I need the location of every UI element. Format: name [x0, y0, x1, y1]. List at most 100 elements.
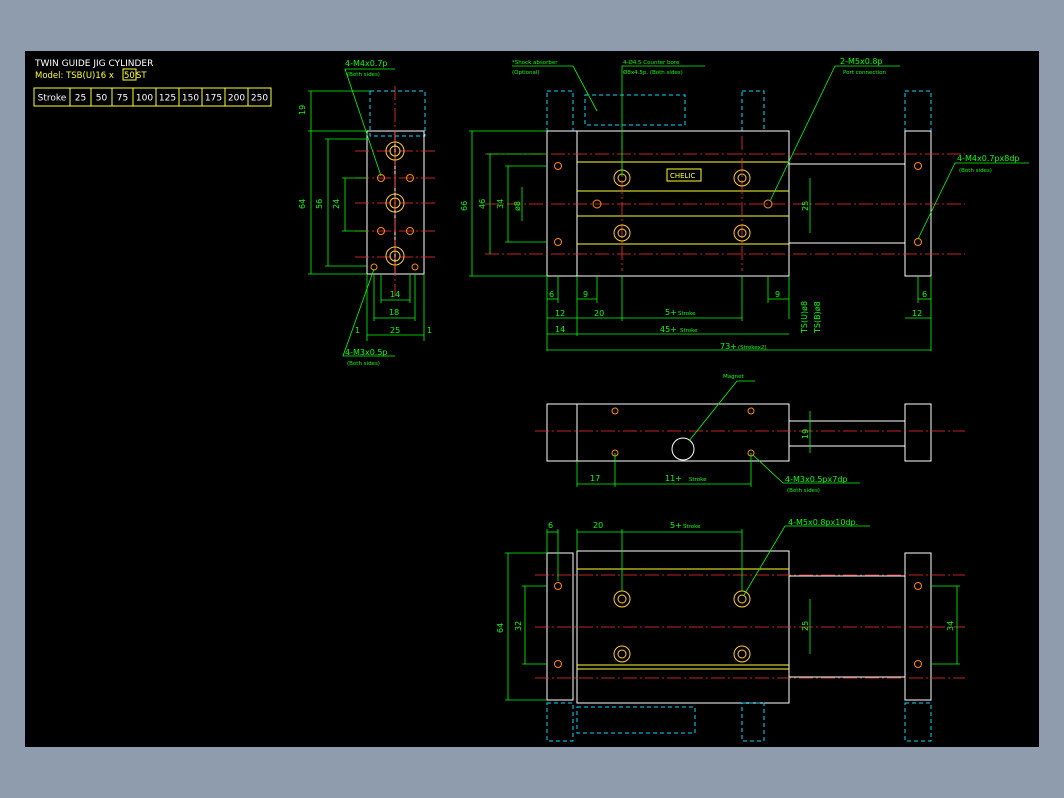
stroke-table-value: 100	[136, 94, 153, 104]
model-prefix: Model: TSB(U)16 x	[35, 71, 114, 81]
dim-9-right: 9	[775, 290, 780, 299]
leader-bore	[621, 65, 705, 176]
dim-6-left: 6	[549, 290, 554, 299]
mid-hole	[747, 407, 755, 415]
mid-view: Magnet 19 17 11+ Stroke 4-M3x0.5px7dp (B…	[535, 374, 965, 494]
model-stroke: 50	[124, 71, 135, 81]
bottom-hole	[733, 590, 751, 608]
bottom-shock-absorber	[576, 706, 696, 734]
side-callout-top-sub: (Both sides)	[347, 72, 380, 78]
leader-bottom-hole	[743, 525, 870, 596]
front-plate-hole	[554, 162, 562, 170]
bottom-plate-hole	[554, 660, 562, 668]
dim-45-word: Stroke	[680, 328, 698, 334]
dim-45-num: 45+	[660, 325, 677, 334]
side-small-hole	[411, 263, 419, 271]
bottom-dim-20: 20	[593, 521, 603, 530]
bottom-hidden-left	[546, 702, 574, 742]
dim-25: 25	[801, 201, 810, 211]
dim-20: 20	[594, 309, 604, 318]
front-hidden-mid	[741, 90, 765, 132]
leader-magnet	[688, 380, 755, 442]
port-sub: Port connection	[843, 70, 886, 76]
dim-56: 56	[315, 199, 324, 209]
front-hidden-right	[904, 90, 932, 132]
bottom-hole-inner	[737, 649, 747, 659]
ts-u-label: TS(U)ø8	[800, 301, 809, 334]
bore-label: 4-Ø4.5 Counter bore	[623, 59, 680, 66]
bottom-hole-inner	[737, 594, 747, 604]
side-callout-bottom: 4-M3x0.5p	[345, 348, 388, 357]
stroke-table-value: 200	[228, 94, 245, 104]
bottom-hole-inner	[617, 594, 627, 604]
mid-stroke-word: Stroke	[689, 477, 707, 483]
stroke-table-value: 175	[205, 94, 222, 104]
bottom-stroke-num: 5+	[670, 521, 682, 530]
bottom-hole	[733, 645, 751, 663]
mid-left-plate	[546, 403, 578, 462]
mid-hole	[611, 407, 619, 415]
bottom-hole-inner	[617, 649, 627, 659]
dim-stroke-word: Stroke	[678, 311, 696, 317]
bottom-hole	[613, 590, 631, 608]
dim-14: 14	[555, 325, 565, 334]
shock-label: *Shock absorber	[512, 60, 558, 66]
port-label: 2-M5x0.8p	[840, 57, 883, 66]
dim-stroke-num: 5+	[665, 308, 677, 317]
bottom-plate-hole	[914, 660, 922, 668]
front-hidden-left	[546, 90, 574, 132]
bottom-hole-label: 4-M5x0.8px10dp.	[788, 518, 858, 527]
mid-body	[576, 403, 790, 462]
bottom-stroke-word: Stroke	[683, 524, 701, 530]
dim-19: 19	[298, 105, 307, 115]
stroke-table-value: 50	[96, 94, 108, 104]
dim-66: 66	[460, 201, 469, 211]
side-top-hidden	[369, 90, 426, 137]
dim-1-left: 1	[355, 326, 360, 335]
dim-64: 64	[298, 199, 307, 209]
title-block: TWIN GUIDE JIG CYLINDER Model: TSB(U)16 …	[33, 59, 272, 107]
bottom-hidden-right	[904, 702, 932, 742]
cad-drawing-canvas: TWIN GUIDE JIG CYLINDER Model: TSB(U)16 …	[25, 51, 1039, 747]
dim-6-right: 6	[922, 290, 927, 299]
dim-14: 14	[390, 290, 400, 299]
dim-12-left: 12	[555, 309, 565, 318]
dim-25: 25	[390, 326, 400, 335]
mid-hole-sub: (Both sides)	[787, 488, 820, 494]
model-suffix: ST	[136, 71, 147, 81]
shock-absorber	[584, 94, 686, 126]
drawing-title: TWIN GUIDE JIG CYLINDER	[34, 59, 153, 69]
mid-stroke-num: 11+	[665, 474, 682, 483]
dim-1-right: 1	[427, 326, 432, 335]
dim-9-left: 9	[583, 290, 588, 299]
dim-12-right: 12	[912, 309, 922, 318]
dim-46: 46	[478, 199, 487, 209]
cad-drawing: TWIN GUIDE JIG CYLINDER Model: TSB(U)16 …	[33, 57, 1029, 742]
mid-dim-19: 19	[801, 429, 810, 439]
leader-right	[917, 162, 1029, 240]
bottom-view: 6 20 5+ Stroke 64 32 25 34 4-M5x0.8px10d…	[496, 518, 965, 742]
stroke-table-value: 75	[117, 94, 128, 104]
front-plate-hole	[554, 238, 562, 246]
stroke-table-value: 150	[182, 94, 199, 104]
magnet-label: Magnet	[723, 374, 744, 380]
dim-18: 18	[389, 308, 399, 317]
bottom-dim-32: 32	[514, 621, 523, 631]
right-label: 4-M4x0.7px8dp	[957, 154, 1019, 163]
stroke-table: Stroke 25 50 75 100 125 150 175 200 250	[33, 87, 272, 107]
dim-73-word: (Strokex2)	[738, 345, 766, 351]
side-view: 19 64 56 24 14 18 25 1 1 4-M4x0.7p (Both…	[298, 59, 435, 367]
bottom-dim-34: 34	[946, 621, 955, 631]
stroke-table-value: 250	[251, 94, 268, 104]
dim-34: 34	[496, 199, 505, 209]
side-callout-bottom-sub: (Both sides)	[347, 361, 380, 367]
magnet-circle	[671, 437, 695, 461]
stroke-table-value: 125	[159, 94, 176, 104]
stroke-table-value: 25	[75, 94, 86, 104]
shock-sub: (Optional)	[512, 70, 540, 76]
mid-hole-label: 4-M3x0.5px7dp	[785, 475, 847, 484]
bore-sub: Ø8x4.5p. (Both sides)	[623, 69, 683, 76]
bottom-dim-25: 25	[801, 621, 810, 631]
leader-side-bottom	[342, 268, 395, 357]
bottom-dim-6: 6	[548, 521, 553, 530]
